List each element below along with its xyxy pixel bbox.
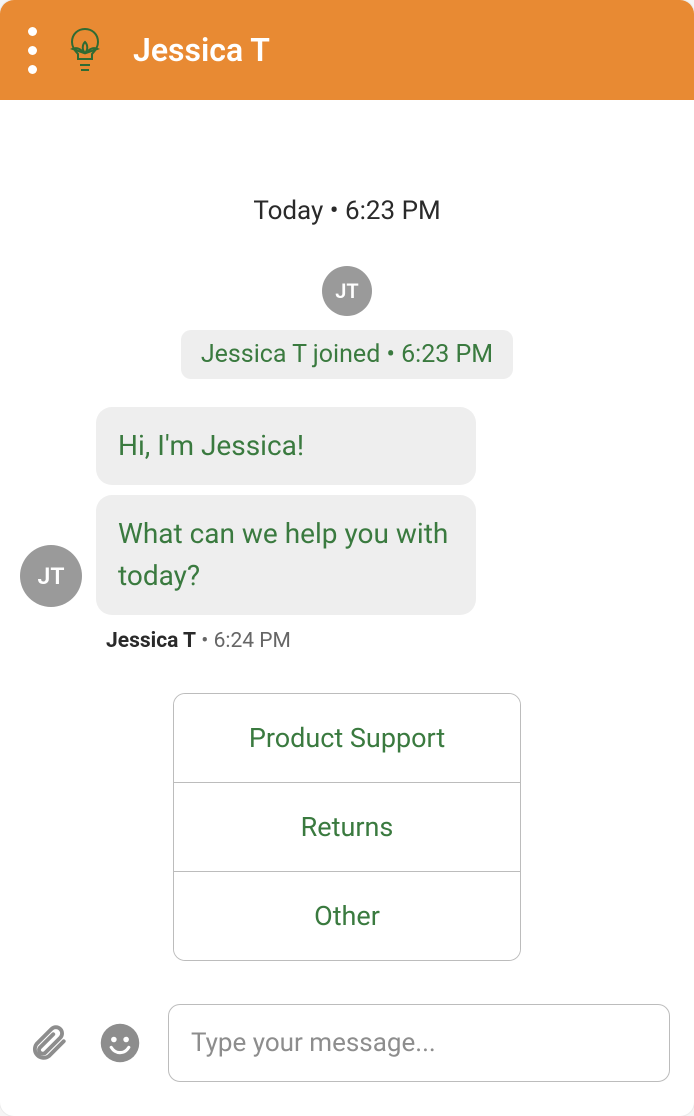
agent-name: Jessica T	[133, 31, 270, 69]
avatar: JT	[20, 545, 82, 607]
date-separator: Today • 6:23 PM	[20, 196, 674, 226]
message-meta: Jessica T • 6:24 PM	[106, 629, 476, 653]
message-time: 6:24 PM	[214, 629, 291, 653]
quick-reply-options: Product Support Returns Other	[173, 693, 521, 961]
chat-header: Jessica T	[0, 0, 694, 100]
chat-widget: Jessica T Today • 6:23 PM JT Jessica T j…	[0, 0, 694, 1116]
message-input[interactable]	[168, 1004, 670, 1082]
composer	[0, 980, 694, 1116]
chat-body[interactable]: Today • 6:23 PM JT Jessica T joined • 6:…	[0, 100, 694, 980]
emoji-icon[interactable]	[96, 1019, 144, 1067]
message-group: JT Hi, I'm Jessica! What can we help you…	[20, 407, 674, 653]
join-text: Jessica T joined • 6:23 PM	[181, 330, 513, 379]
option-other[interactable]: Other	[174, 871, 520, 960]
avatar: JT	[322, 266, 372, 316]
attachment-icon[interactable]	[24, 1019, 72, 1067]
lightbulb-icon	[65, 25, 105, 75]
message-author: Jessica T	[106, 629, 196, 653]
message-bubble: What can we help you with today?	[96, 495, 476, 615]
menu-button[interactable]	[28, 27, 37, 74]
join-event: JT Jessica T joined • 6:23 PM	[20, 266, 674, 379]
option-returns[interactable]: Returns	[174, 782, 520, 871]
message-bubble: Hi, I'm Jessica!	[96, 407, 476, 485]
option-product-support[interactable]: Product Support	[174, 694, 520, 782]
